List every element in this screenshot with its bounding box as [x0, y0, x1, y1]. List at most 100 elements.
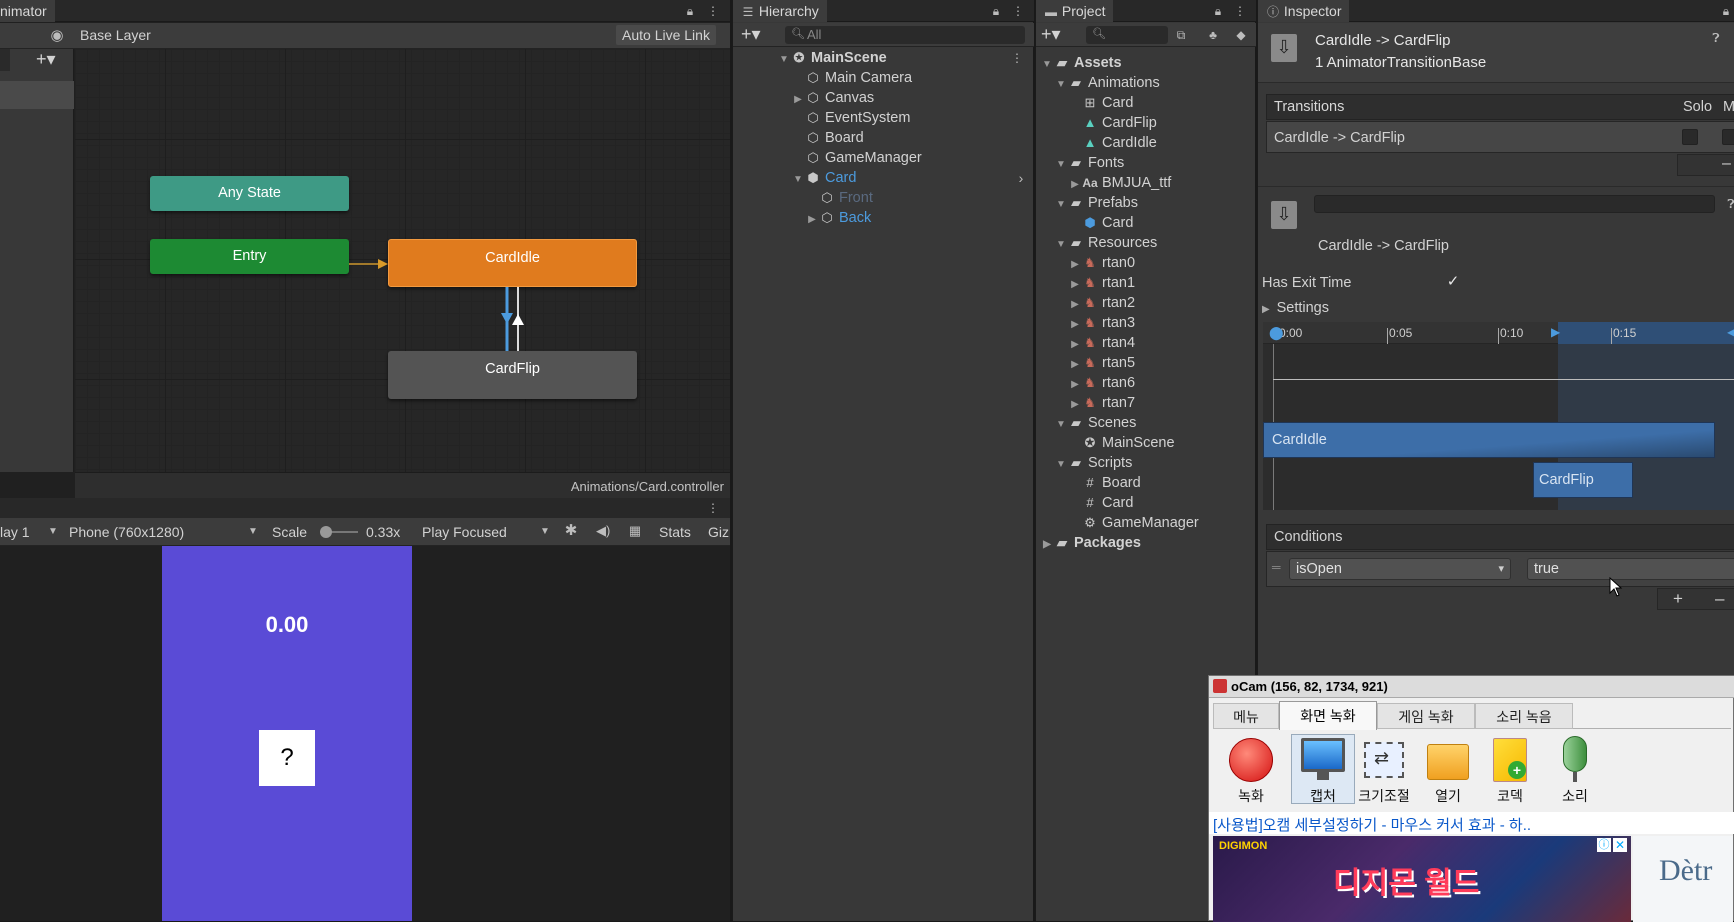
grid-icon[interactable]: ▦: [628, 524, 642, 538]
tree-item[interactable]: ▶ ♞ rtan7: [1068, 393, 1135, 413]
tree-item[interactable]: # Board: [1068, 473, 1140, 493]
has-exit-time-checkbox[interactable]: ✓: [1444, 272, 1462, 290]
tree-item[interactable]: ▲ CardIdle: [1068, 133, 1157, 153]
ocam-help-link[interactable]: [사용법]오캠 세부설정하기 - 마우스 커서 효과 - 하..: [1213, 814, 1531, 835]
scale-slider-thumb[interactable]: [320, 526, 332, 538]
filter-type-icon[interactable]: ♣: [1206, 28, 1220, 42]
tree-item[interactable]: ▼ ▰ Resources: [1054, 233, 1157, 253]
play-mode-select[interactable]: Play Focused: [422, 524, 507, 540]
expand-arrow-icon[interactable]: ▼: [1054, 155, 1068, 175]
monitor-icon[interactable]: [1301, 738, 1345, 772]
card-back[interactable]: ?: [259, 730, 315, 786]
microphone-icon[interactable]: [1563, 736, 1587, 772]
playhead-marker-icon[interactable]: ⬤: [1269, 325, 1284, 341]
resize-button[interactable]: 크기조절: [1354, 786, 1414, 806]
expand-arrow-icon[interactable]: ▼: [1040, 55, 1054, 75]
record-icon[interactable]: [1229, 738, 1273, 782]
codec-icon[interactable]: +: [1493, 738, 1527, 782]
expand-arrow-icon[interactable]: ▼: [1054, 75, 1068, 95]
expand-arrow-icon[interactable]: ▶: [1068, 375, 1082, 395]
display-select[interactable]: lay 1: [0, 524, 30, 540]
transition-start-marker-icon[interactable]: ▶: [1551, 325, 1560, 339]
tree-item[interactable]: ▼ ▰ Prefabs: [1054, 193, 1138, 213]
state-b-bar[interactable]: CardFlip: [1533, 462, 1633, 498]
expand-arrow-icon[interactable]: ▼: [791, 170, 805, 190]
ocam-ad-banner[interactable]: DIGIMON 디지몬 월드 ⓘ ✕: [1213, 836, 1631, 922]
remove-transition-button[interactable]: –: [1722, 155, 1731, 173]
tab-hierarchy[interactable]: ☰ Hierarchy: [733, 0, 827, 22]
tree-item[interactable]: ⬡ Main Camera: [791, 68, 912, 88]
resolution-select[interactable]: Phone (760x1280): [69, 524, 184, 540]
lock-icon[interactable]: 🔒︎: [1719, 4, 1733, 18]
expand-arrow-icon[interactable]: ▼: [1054, 195, 1068, 215]
condition-parameter-select[interactable]: isOpen: [1289, 558, 1511, 580]
tree-item[interactable]: ⬡ Board: [791, 128, 863, 148]
lock-icon[interactable]: 🔒︎: [683, 4, 697, 18]
layer-item[interactable]: [0, 81, 74, 109]
add-condition-button[interactable]: +: [1673, 589, 1683, 609]
condition-value-select[interactable]: true: [1527, 558, 1734, 580]
expand-arrow-icon[interactable]: ▶: [1040, 535, 1054, 555]
tree-item[interactable]: ⬡ GameManager: [791, 148, 921, 168]
chevron-right-icon[interactable]: ›: [1014, 171, 1028, 185]
tree-item[interactable]: ▶ ⬡ Canvas: [791, 88, 874, 108]
expand-arrow-icon[interactable]: ▶: [1068, 255, 1082, 275]
tab-project[interactable]: ▬ Project: [1036, 0, 1114, 22]
expand-arrow-icon[interactable]: ▶: [1068, 395, 1082, 415]
resize-icon[interactable]: ⇄: [1364, 742, 1404, 778]
ocam-ad-side[interactable]: Dètr: [1633, 836, 1733, 922]
drag-handle-icon[interactable]: ═: [1272, 560, 1281, 574]
transition-timeline[interactable]: 0:00 0:05 0:10 0:15 ⬤ ▶ ◀ CardIdle CardF…: [1263, 322, 1734, 510]
solo-checkbox[interactable]: [1682, 129, 1698, 145]
expand-arrow-icon[interactable]: ▶: [791, 90, 805, 110]
tree-item[interactable]: ▼ ▰ Scripts: [1054, 453, 1132, 473]
tree-item[interactable]: ⬢ Card: [1068, 213, 1133, 233]
tree-item[interactable]: ▶ ▰ Packages: [1040, 533, 1141, 553]
gizmos-button[interactable]: Giz: [708, 524, 729, 540]
more-menu-icon[interactable]: ⋮: [706, 501, 720, 515]
tree-item[interactable]: ▼ ▰ Fonts: [1054, 153, 1124, 173]
transition-end-marker-icon[interactable]: ◀: [1727, 325, 1734, 339]
tree-item[interactable]: ▶ ♞ rtan5: [1068, 353, 1135, 373]
more-menu-icon[interactable]: ⋮: [1010, 51, 1024, 65]
ocam-tab-sound-record[interactable]: 소리 녹음: [1475, 703, 1573, 729]
lock-icon[interactable]: 🔒︎: [989, 4, 1003, 18]
capture-button[interactable]: 캡처: [1293, 786, 1353, 806]
tree-item[interactable]: ▼ ▰ Scenes: [1054, 413, 1136, 433]
expand-arrow-icon[interactable]: ▶: [1068, 275, 1082, 295]
more-menu-icon[interactable]: ⋮: [1011, 4, 1025, 18]
expand-arrow-icon[interactable]: ▼: [1054, 455, 1068, 475]
lock-icon[interactable]: 🔒︎: [1211, 4, 1225, 18]
transition-row[interactable]: CardIdle -> CardFlip: [1266, 121, 1734, 153]
stats-button[interactable]: Stats: [659, 524, 691, 540]
layers-search[interactable]: [0, 49, 10, 71]
tree-item[interactable]: ⚙ GameManager: [1068, 513, 1199, 533]
project-search[interactable]: 🔍︎: [1086, 26, 1168, 44]
expand-arrow-icon[interactable]: ▶: [1068, 175, 1082, 195]
expand-arrow-icon[interactable]: ▼: [1054, 415, 1068, 435]
expand-arrow-icon[interactable]: ▶: [1068, 355, 1082, 375]
codec-button[interactable]: 코덱: [1480, 786, 1540, 806]
open-folder-icon[interactable]: [1427, 744, 1469, 780]
eye-icon[interactable]: ◉: [50, 28, 64, 43]
sound-button[interactable]: 소리: [1545, 786, 1605, 806]
record-button[interactable]: 녹화: [1221, 786, 1281, 806]
label-filter-icon[interactable]: ◆: [1234, 28, 1248, 42]
more-menu-icon[interactable]: ⋮: [706, 4, 720, 18]
transition-name-field[interactable]: [1314, 195, 1715, 213]
tree-item[interactable]: ⬡ EventSystem: [791, 108, 910, 128]
tree-item[interactable]: ▶ ♞ rtan0: [1068, 253, 1135, 273]
expand-arrow-icon[interactable]: ▶: [1068, 315, 1082, 335]
tree-item[interactable]: ▶ ♞ rtan3: [1068, 313, 1135, 333]
tab-inspector[interactable]: ⓘ Inspector: [1258, 0, 1350, 22]
expand-arrow-icon[interactable]: ▶: [1068, 335, 1082, 355]
mute-checkbox[interactable]: [1722, 129, 1734, 145]
state-graph[interactable]: Any State Entry CardIdle CardFlip: [75, 49, 730, 472]
chevron-down-icon[interactable]: ▼: [538, 525, 552, 539]
tree-item[interactable]: # Card: [1068, 493, 1133, 513]
more-menu-icon[interactable]: ⋮: [1233, 4, 1247, 18]
speaker-icon[interactable]: ◀): [596, 524, 610, 538]
breadcrumb-layer[interactable]: Base Layer: [80, 27, 151, 43]
ocam-tab-screen-record[interactable]: 화면 녹화: [1279, 701, 1377, 730]
tree-item-selected[interactable]: ▼ ⬢ Card: [791, 168, 856, 188]
